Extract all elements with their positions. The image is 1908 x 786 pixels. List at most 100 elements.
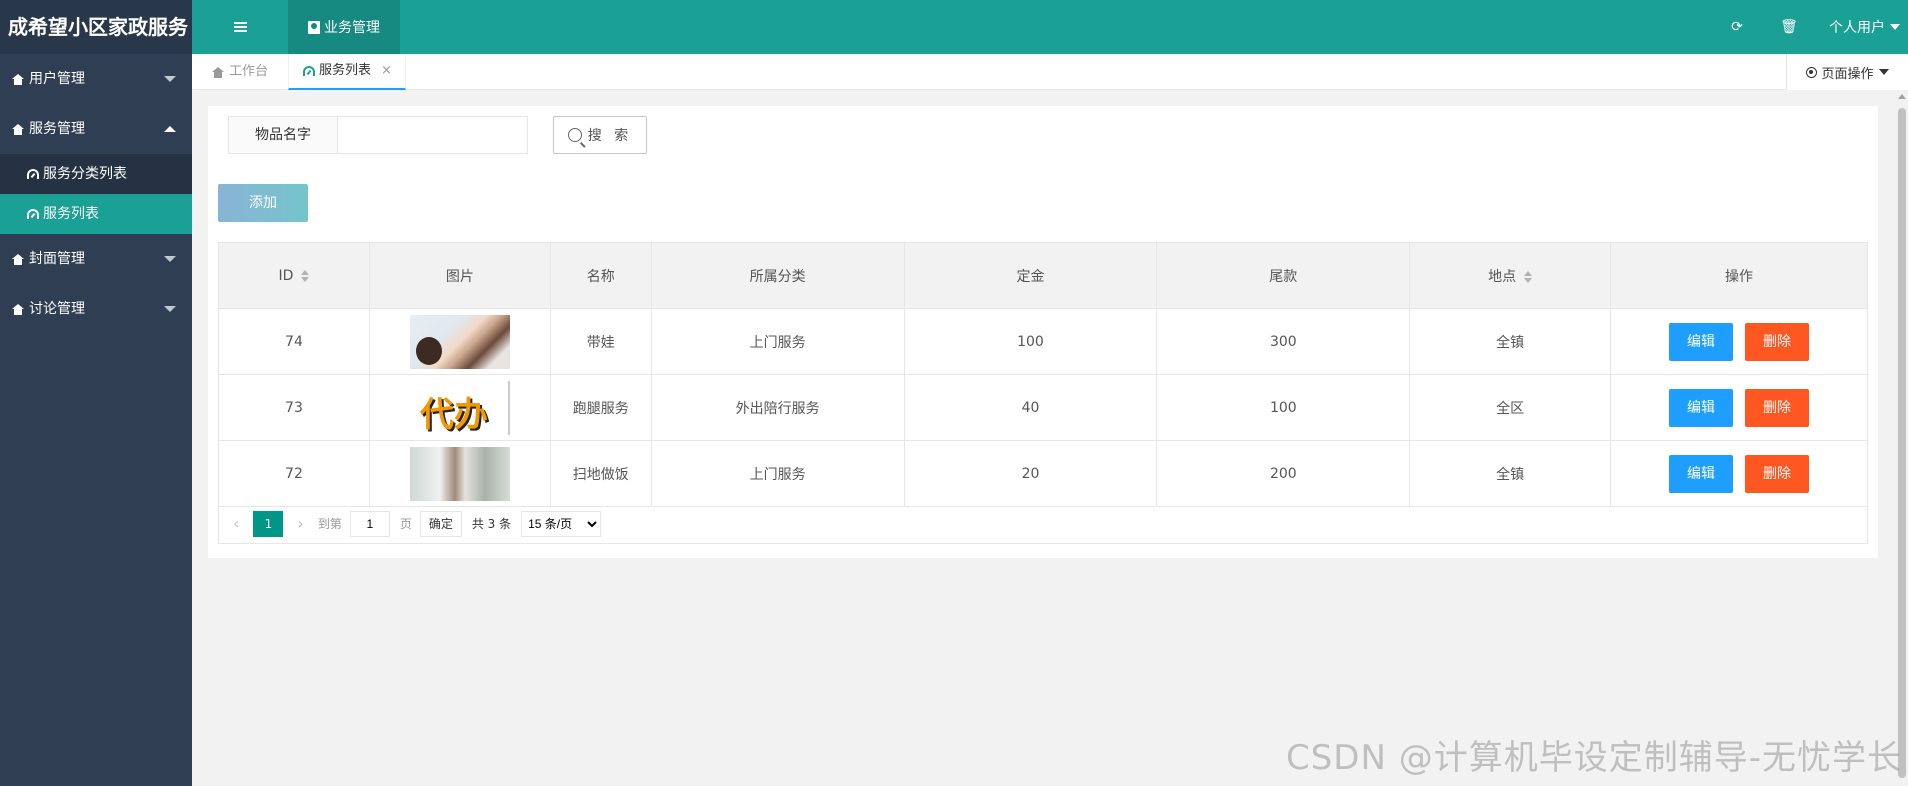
refresh-icon[interactable]: ⟳ [1711,19,1763,35]
target-icon [1806,66,1818,78]
header-tab-business[interactable]: 业务管理 [288,0,400,54]
search-input[interactable] [338,116,528,154]
sidebar-item-service-management[interactable]: 服务管理 [0,104,192,154]
scrollbar-thumb[interactable] [1898,108,1906,778]
cell-name: 扫地做饭 [549,440,652,507]
chevron-down-icon [1890,24,1900,30]
cell-image [368,440,551,507]
dashboard-icon [27,209,39,219]
user-menu[interactable]: 个人用户 [1815,17,1908,37]
table-row: 72 扫地做饭 上门服务 20 200 全镇 编辑 删除 [218,440,1868,507]
sidebar-item-cover-management[interactable]: 封面管理 [0,234,192,284]
goto-page-input[interactable] [349,510,390,537]
table-row: 73 代办 跑腿服务 外出陪行服务 40 100 全区 编辑 删除 [218,374,1868,441]
cell-deposit: 40 [903,374,1158,441]
sidebar-item-label: 封面管理 [29,251,85,267]
cell-category: 外出陪行服务 [650,374,905,441]
cell-id: 72 [218,440,370,507]
column-header-id[interactable]: ID [218,242,370,309]
table-header-row: ID 图片 名称 所属分类 定金 尾款 地点 操作 [218,242,1868,309]
chevron-down-icon [1878,69,1889,75]
menu-group-discussions: 讨论管理 [0,284,192,334]
housekeeping-image[interactable] [409,446,510,501]
delete-button[interactable]: 删除 [1745,388,1810,427]
page-unit-label: 页 [399,517,412,531]
prev-page-icon[interactable]: ‹ [233,514,239,533]
column-header-deposit: 定金 [903,242,1158,309]
cell-category: 上门服务 [650,440,905,507]
header-tab-label: 业务管理 [324,20,380,36]
submenu-services: 服务分类列表 服务列表 [0,154,192,234]
column-header-location[interactable]: 地点 [1409,242,1612,309]
cell-id: 73 [218,374,370,441]
tab-label: 服务列表 [319,63,372,78]
cell-actions: 编辑 删除 [1610,308,1868,375]
cell-deposit: 20 [903,440,1158,507]
menu-group-covers: 封面管理 [0,234,192,284]
sidebar: 成希望小区家政服务 用户管理 服务管理 服务分类列表 服务列表 封面管理 讨论管… [0,0,192,786]
app-title: 成希望小区家政服务 [0,0,192,54]
cell-balance: 300 [1156,308,1411,375]
cell-image: 代办 [368,374,551,441]
dashboard-icon [303,66,315,76]
cell-deposit: 100 [903,308,1158,375]
add-button[interactable]: 添加 [218,184,308,222]
sidebar-item-discussion-management[interactable]: 讨论管理 [0,284,192,334]
sidebar-item-user-management[interactable]: 用户管理 [0,54,192,104]
page-size-select[interactable]: 15 条/页 [521,510,602,537]
image-text: 代办 [419,394,488,435]
tab-bar: 工作台 服务列表 × 页面操作 [192,54,1908,90]
cell-location: 全区 [1409,374,1612,441]
cell-location: 全镇 [1409,440,1612,507]
search-label: 物品名字 [228,116,338,154]
service-table: ID 图片 名称 所属分类 定金 尾款 地点 操作 74 带娃 上门服务 100… [218,242,1868,507]
cell-actions: 编辑 删除 [1610,440,1868,507]
cell-name: 带娃 [549,308,652,375]
sidebar-item-service-list[interactable]: 服务列表 [0,194,192,234]
top-header: 业务管理 ⟳ 🗑 个人用户 [192,0,1908,54]
column-header-actions: 操作 [1610,242,1868,309]
sort-icon[interactable] [301,269,310,282]
page-number-current[interactable]: 1 [253,510,284,537]
sidebar-item-label: 服务管理 [29,121,85,137]
goto-confirm-button[interactable]: 确定 [419,510,462,537]
watermark: CSDN @计算机毕设定制辅导-无忧学长 [1285,738,1902,778]
toggle-sidebar-button[interactable] [192,0,288,54]
pagination: ‹ 1 › 到第 页 确定 共 3 条 15 条/页 [218,504,1868,544]
menu-group-users: 用户管理 [0,54,192,104]
column-header-name: 名称 [549,242,652,309]
next-page-icon[interactable]: › [297,514,303,533]
vertical-scrollbar[interactable] [1896,90,1908,786]
header-actions: ⟳ 🗑 个人用户 [1711,0,1908,54]
edit-button[interactable]: 编辑 [1669,322,1734,361]
home-icon [12,253,24,265]
page-operations-menu[interactable]: 页面操作 [1786,54,1908,90]
tab-service-list[interactable]: 服务列表 × [288,54,406,90]
content-card: 物品名字 搜 索 添加 ID 图片 名称 所属分类 定金 尾款 地点 操作 74… [208,106,1878,558]
delete-button[interactable]: 删除 [1745,322,1810,361]
search-button[interactable]: 搜 索 [553,116,647,154]
home-icon [12,73,24,85]
chevron-down-icon [164,256,176,262]
sort-icon[interactable] [1524,270,1533,283]
scroll-up-icon[interactable] [1898,94,1906,99]
close-icon[interactable]: × [381,53,392,89]
chevron-down-icon [164,76,176,82]
sidebar-item-label: 讨论管理 [29,301,85,317]
baby-care-image[interactable] [409,314,510,369]
goto-label: 到第 [317,517,342,531]
tab-workbench[interactable]: 工作台 [212,54,268,90]
trash-icon[interactable]: 🗑 [1763,19,1815,35]
edit-button[interactable]: 编辑 [1669,454,1734,493]
edit-button[interactable]: 编辑 [1669,388,1734,427]
home-icon [12,123,24,135]
sidebar-item-service-categories[interactable]: 服务分类列表 [0,154,192,194]
sidebar-item-label: 服务列表 [43,206,99,222]
daiban-image[interactable]: 代办 [409,380,510,435]
menu-icon [233,22,247,32]
cell-category: 上门服务 [650,308,905,375]
cell-name: 跑腿服务 [549,374,652,441]
delete-button[interactable]: 删除 [1745,454,1810,493]
sidebar-item-label: 服务分类列表 [43,166,127,182]
chevron-up-icon [164,126,176,132]
